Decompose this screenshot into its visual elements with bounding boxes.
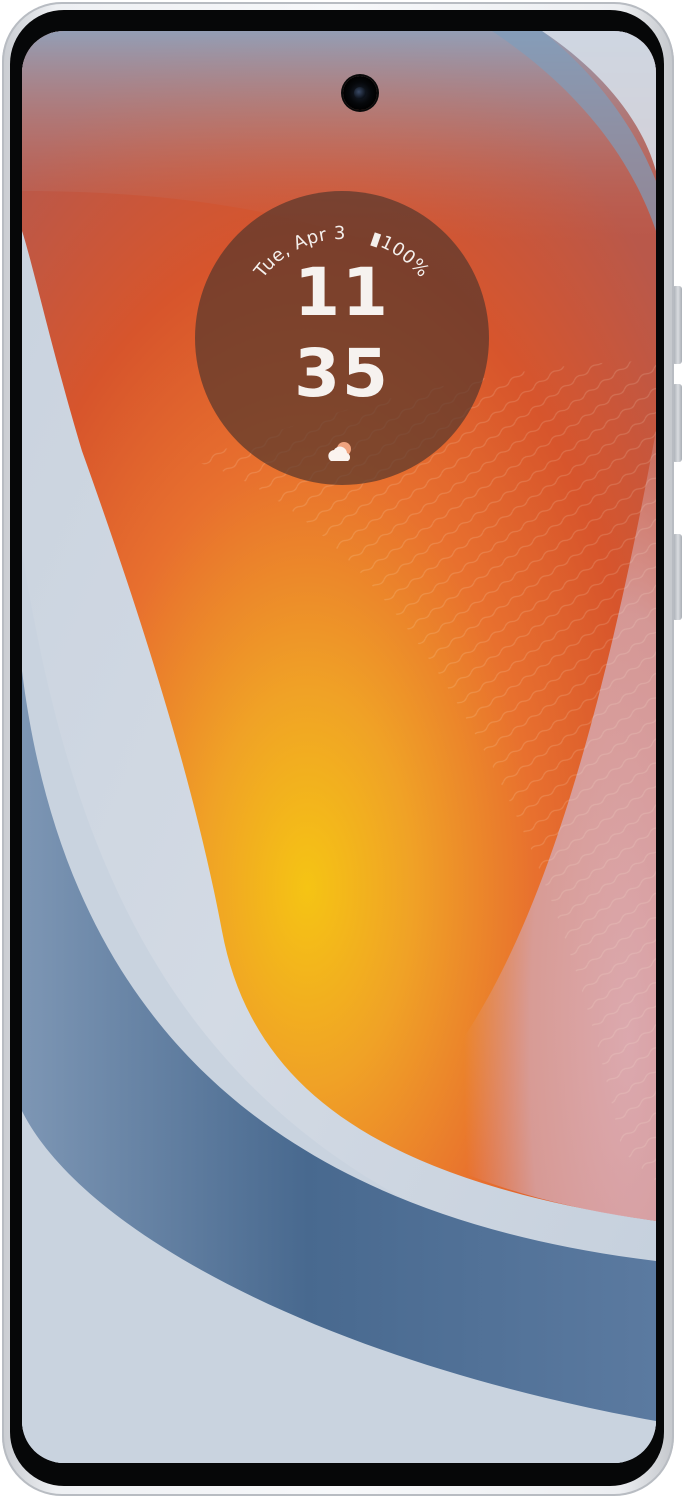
camera-lens xyxy=(354,87,366,99)
phone-mockup: Tue, Apr 3 ▮100% 11 35 xyxy=(0,0,682,1500)
partly-cloudy-icon[interactable] xyxy=(325,439,359,465)
clock-minute: 35 xyxy=(294,335,390,412)
clock-widget[interactable]: Tue, Apr 3 ▮100% 11 35 xyxy=(195,191,489,485)
front-camera xyxy=(343,76,377,110)
clock-hour: 11 xyxy=(294,254,390,331)
